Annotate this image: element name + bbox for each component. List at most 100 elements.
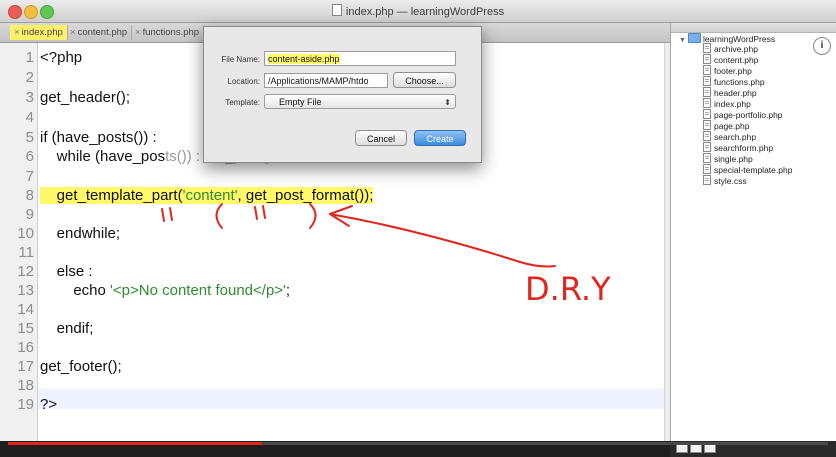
file-label: page.php (714, 121, 750, 131)
code-fragment: , get_post_format()); (237, 187, 374, 204)
line-number: 9 (25, 206, 34, 223)
location-label: Location: (227, 77, 260, 86)
template-value: Empty File (279, 97, 322, 107)
file-label: index.php (714, 99, 751, 109)
file-label: archive.php (714, 44, 758, 54)
tab-content-php[interactable]: × content.php (66, 25, 133, 40)
file-icon (703, 109, 711, 119)
file-item[interactable]: special-template.php (703, 164, 792, 175)
close-tab-icon[interactable]: × (135, 27, 141, 38)
file-icon (703, 142, 711, 152)
file-item[interactable]: searchform.php (703, 142, 773, 153)
select-arrows-icon: ⬍ (444, 98, 451, 107)
file-label: searchform.php (714, 143, 774, 153)
file-item[interactable]: style.css (703, 175, 747, 186)
code-line: else : (40, 263, 93, 280)
line-number: 18 (17, 377, 34, 394)
file-icon (703, 98, 711, 108)
file-icon (703, 175, 711, 185)
code-line: get_template_part('content', get_post_fo… (40, 187, 374, 204)
tab-index-php[interactable]: × index.php (10, 25, 68, 40)
line-number: 10 (17, 225, 34, 242)
line-number: 5 (25, 129, 34, 146)
code-fragment: echo (40, 282, 111, 299)
code-string: 'content' (182, 187, 238, 204)
code-line: ?> (40, 396, 58, 413)
window-title: index.php — learningWordPress (0, 4, 836, 18)
code-line: get_header(); (40, 89, 131, 106)
code-fragment: get_template_part( (40, 187, 183, 204)
choose-button[interactable]: Choose... (393, 72, 456, 88)
file-icon (703, 76, 711, 86)
code-line: get_footer(); (40, 358, 122, 375)
file-icon (703, 43, 711, 53)
line-number: 16 (17, 339, 34, 356)
project-drawer: ▼ learningWordPress archive.php content.p… (670, 23, 836, 441)
file-icon (703, 120, 711, 130)
cancel-button[interactable]: Cancel (355, 130, 407, 146)
file-name-value: content-aside.php (268, 54, 340, 64)
file-item[interactable]: page-portfolio.php (703, 109, 783, 120)
close-tab-icon[interactable]: × (70, 27, 76, 38)
video-progress-fill (8, 442, 263, 445)
file-label: search.php (714, 132, 757, 142)
file-icon (703, 54, 711, 64)
code-line: endwhile; (40, 225, 121, 242)
file-label: footer.php (714, 66, 752, 76)
line-number: 7 (25, 168, 34, 185)
file-icon (703, 131, 711, 141)
close-tab-icon[interactable]: × (14, 27, 20, 38)
file-name-label: File Name: (221, 55, 260, 64)
new-file-dialog: File Name: content-aside.php Location: /… (203, 26, 482, 163)
document-icon (331, 4, 342, 16)
file-item[interactable]: single.php (703, 153, 753, 164)
drawer-header (671, 23, 836, 33)
title-bar: index.php — learningWordPress (0, 0, 836, 23)
file-item[interactable]: header.php (703, 87, 757, 98)
file-item[interactable]: search.php (703, 131, 756, 142)
line-number: 19 (17, 396, 34, 413)
file-label: content.php (714, 55, 759, 65)
file-item[interactable]: archive.php (703, 43, 758, 54)
disclosure-triangle-icon[interactable]: ▼ (679, 37, 686, 44)
file-icon (703, 164, 711, 174)
file-item[interactable]: index.php (703, 98, 751, 109)
file-item[interactable]: content.php (703, 54, 758, 65)
tab-label: functions.php (142, 27, 200, 38)
current-line-highlight (38, 389, 670, 409)
line-number: 13 (17, 282, 34, 299)
file-icon (703, 65, 711, 75)
line-number: 11 (18, 244, 34, 261)
file-icon (703, 153, 711, 163)
code-line: <?php (40, 49, 83, 66)
file-item[interactable]: page.php (703, 120, 749, 131)
line-number: 8 (25, 187, 34, 204)
file-label: special-template.php (714, 165, 793, 175)
video-progress-track[interactable] (8, 442, 828, 445)
file-label: header.php (714, 88, 757, 98)
tab-functions-php[interactable]: × functions.php (131, 25, 205, 40)
create-button[interactable]: Create (414, 130, 466, 146)
file-label: page-portfolio.php (714, 110, 783, 120)
line-number: 15 (17, 320, 34, 337)
line-number-gutter: 1 2 3 4 5 6 7 8 9 10 11 12 13 14 15 16 1… (0, 43, 38, 441)
location-input[interactable]: /Applications/MAMP/htdo (264, 73, 388, 88)
file-label: single.php (714, 154, 753, 164)
template-label: Template: (225, 98, 260, 107)
tab-label: content.php (77, 27, 128, 38)
line-number: 1 (25, 49, 34, 66)
code-fragment: while (have_pos (40, 148, 166, 165)
line-number: 12 (17, 263, 34, 280)
editor-window: index.php — learningWordPress × index.php… (0, 0, 836, 457)
file-item[interactable]: functions.php (703, 76, 765, 87)
file-icon (703, 87, 711, 97)
code-line: if (have_posts()) : (40, 129, 157, 146)
line-number: 4 (25, 109, 34, 126)
info-button[interactable]: i (813, 37, 831, 55)
file-item[interactable]: footer.php (703, 65, 752, 76)
file-name-input[interactable]: content-aside.php (264, 51, 456, 66)
file-label: functions.php (714, 77, 765, 87)
code-fragment: ; (285, 282, 291, 299)
tab-label: index.php (21, 27, 63, 38)
template-select[interactable]: Empty File ⬍ (264, 94, 456, 109)
